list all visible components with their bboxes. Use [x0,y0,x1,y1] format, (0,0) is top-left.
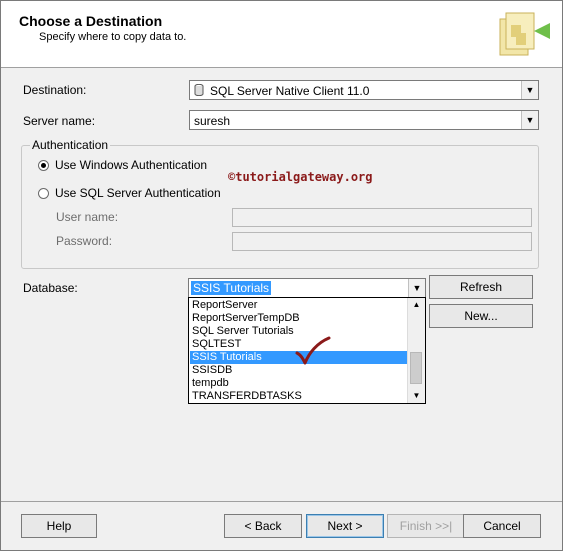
chevron-down-icon[interactable]: ▼ [521,81,538,99]
list-item[interactable]: tempdb [190,377,408,390]
chevron-down-icon[interactable]: ▼ [521,111,538,129]
username-input[interactable] [232,208,532,227]
windows-auth-label: Use Windows Authentication [55,158,208,172]
footer-divider [1,501,562,502]
server-name-value: suresh [194,114,231,128]
username-label: User name: [56,210,119,224]
password-input[interactable] [232,232,532,251]
chevron-down-icon[interactable]: ▼ [408,279,425,297]
destination-value: SQL Server Native Client 11.0 [210,84,370,98]
database-combo[interactable]: SSIS Tutorials ▼ [188,278,426,298]
destination-label: Destination: [23,83,87,97]
next-button[interactable]: Next > [306,514,384,538]
windows-auth-option[interactable]: Use Windows Authentication [38,158,207,172]
database-label: Database: [23,281,78,295]
back-button[interactable]: < Back [224,514,302,538]
help-button[interactable]: Help [21,514,97,538]
scroll-up-icon[interactable]: ▲ [408,298,425,312]
database-icon [194,84,204,96]
list-item[interactable]: ReportServer [190,299,408,312]
new-database-button[interactable]: New... [429,304,533,328]
finish-button[interactable]: Finish >>| [387,514,465,538]
scroll-down-icon[interactable]: ▼ [408,389,425,403]
dropdown-scrollbar[interactable]: ▲ ▼ [407,298,425,403]
authentication-group: Authentication Use Windows Authenticatio… [21,138,539,269]
scrollbar-thumb[interactable] [410,352,422,384]
checkmark-icon [295,336,331,365]
cancel-button[interactable]: Cancel [463,514,541,538]
wizard-header: Choose a Destination Specify where to co… [1,1,562,68]
wizard-icon [499,12,550,56]
page-subtitle: Specify where to copy data to. [39,31,187,43]
page-title: Choose a Destination [19,13,163,29]
windows-auth-radio[interactable] [38,159,49,171]
sql-auth-radio[interactable] [38,187,49,199]
server-name-label: Server name: [23,114,96,128]
watermark-text: ©tutorialgateway.org [228,170,373,184]
sql-auth-label: Use SQL Server Authentication [55,186,221,200]
database-value: SSIS Tutorials [191,281,272,295]
list-item[interactable]: TRANSFERDBTASKS [190,390,408,403]
sql-auth-option[interactable]: Use SQL Server Authentication [38,186,221,200]
destination-combo[interactable]: SQL Server Native Client 11.0 ▼ [189,80,539,100]
list-item[interactable]: ReportServerTempDB [190,312,408,325]
password-label: Password: [56,234,113,248]
server-name-combo[interactable]: suresh ▼ [189,110,539,130]
refresh-button[interactable]: Refresh [429,275,533,299]
authentication-legend: Authentication [30,138,111,152]
